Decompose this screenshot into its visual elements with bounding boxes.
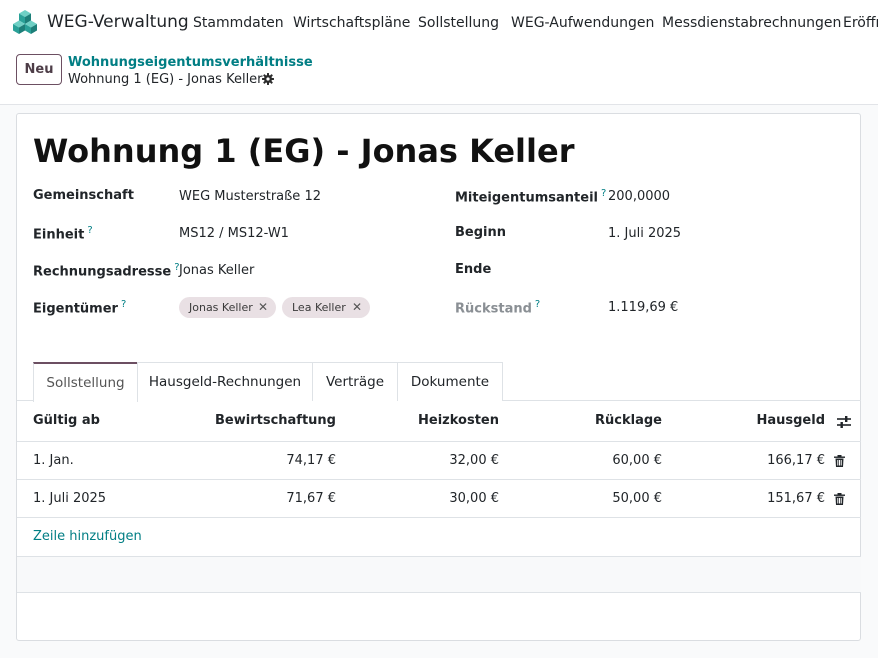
- label-beginn: Beginn: [455, 225, 506, 240]
- row-divider: [17, 479, 861, 480]
- menu-wirtschaftsplaene[interactable]: Wirtschaftspläne: [293, 15, 410, 31]
- cell-ruecklage[interactable]: 50,00 €: [512, 491, 662, 506]
- menu-eroeffnung[interactable]: Eröffn: [843, 15, 878, 31]
- breadcrumb-parent-link[interactable]: Wohnungseigentumsverhältnisse: [68, 55, 313, 70]
- add-line-link[interactable]: Zeile hinzufügen: [33, 529, 142, 544]
- tab-sollstellung[interactable]: Sollstellung: [33, 362, 138, 402]
- cell-bewirtschaftung[interactable]: 71,67 €: [186, 491, 336, 506]
- value-rueckstand: 1.119,69 €: [608, 300, 679, 315]
- column-header-hausgeld[interactable]: Hausgeld: [675, 413, 825, 428]
- delete-row-icon[interactable]: [834, 493, 845, 505]
- remove-tag-icon[interactable]: ✕: [352, 297, 362, 318]
- tab-hausgeld-rechnungen[interactable]: Hausgeld-Rechnungen: [137, 362, 313, 401]
- remove-tag-icon[interactable]: ✕: [258, 297, 268, 318]
- cell-heizkosten[interactable]: 30,00 €: [349, 491, 499, 506]
- cell-heizkosten[interactable]: 32,00 €: [349, 453, 499, 468]
- app-logo-icon[interactable]: [12, 9, 38, 35]
- owner-tag-label: Jonas Keller: [189, 301, 253, 314]
- label-miteigentumsanteil: Miteigentumsanteil?: [455, 188, 607, 206]
- table-header-divider: [17, 441, 861, 442]
- menu-weg-aufwendungen[interactable]: WEG-Aufwendungen: [511, 15, 654, 31]
- app-name[interactable]: WEG-Verwaltung: [47, 12, 189, 32]
- label-eigentuemer: Eigentümer?: [33, 299, 127, 317]
- menu-stammdaten[interactable]: Stammdaten: [193, 15, 284, 31]
- label-gemeinschaft: Gemeinschaft: [33, 188, 134, 203]
- delete-row-icon[interactable]: [834, 455, 845, 467]
- help-icon[interactable]: ?: [121, 299, 126, 310]
- table-empty-row: [17, 556, 861, 593]
- cell-ruecklage[interactable]: 60,00 €: [512, 453, 662, 468]
- tab-vertraege[interactable]: Verträge: [312, 362, 398, 401]
- owner-tag[interactable]: Lea Keller ✕: [282, 297, 370, 318]
- new-button[interactable]: Neu: [16, 54, 62, 85]
- value-rechnungsadresse[interactable]: Jonas Keller: [179, 263, 254, 278]
- gear-icon[interactable]: [262, 73, 274, 85]
- menu-messdienstabrechnungen[interactable]: Messdienstabrechnungen: [662, 15, 841, 31]
- cell-bewirtschaftung[interactable]: 74,17 €: [186, 453, 336, 468]
- value-miteigentumsanteil[interactable]: 200,0000: [608, 189, 670, 204]
- breadcrumb-current: Wohnung 1 (EG) - Jonas Keller: [68, 72, 263, 87]
- column-header-heizkosten[interactable]: Heizkosten: [349, 413, 499, 428]
- help-icon[interactable]: ?: [87, 225, 92, 236]
- optional-columns-icon[interactable]: [837, 415, 851, 429]
- value-einheit[interactable]: MS12 / MS12-W1: [179, 226, 289, 241]
- row-divider: [17, 517, 861, 518]
- tab-dokumente[interactable]: Dokumente: [397, 362, 503, 401]
- label-einheit: Einheit?: [33, 225, 93, 243]
- value-beginn[interactable]: 1. Juli 2025: [608, 226, 681, 241]
- help-icon[interactable]: ?: [535, 299, 540, 310]
- label-ende: Ende: [455, 262, 492, 277]
- menu-sollstellung[interactable]: Sollstellung: [418, 15, 499, 31]
- owner-tag[interactable]: Jonas Keller ✕: [179, 297, 276, 318]
- help-icon[interactable]: ?: [601, 188, 606, 199]
- cell-gueltig-ab[interactable]: 1. Jan.: [33, 453, 74, 468]
- label-rueckstand: Rückstand?: [455, 299, 541, 317]
- cell-hausgeld[interactable]: 151,67 €: [675, 491, 825, 506]
- column-header-gueltig-ab[interactable]: Gültig ab: [33, 413, 100, 428]
- cell-hausgeld[interactable]: 166,17 €: [675, 453, 825, 468]
- cell-gueltig-ab[interactable]: 1. Juli 2025: [33, 491, 106, 506]
- column-header-ruecklage[interactable]: Rücklage: [512, 413, 662, 428]
- label-rechnungsadresse: Rechnungsadresse?: [33, 262, 180, 280]
- owner-tag-label: Lea Keller: [292, 301, 346, 314]
- record-title: Wohnung 1 (EG) - Jonas Keller: [33, 132, 575, 170]
- column-header-bewirtschaftung[interactable]: Bewirtschaftung: [186, 413, 336, 428]
- value-gemeinschaft[interactable]: WEG Musterstraße 12: [179, 189, 321, 204]
